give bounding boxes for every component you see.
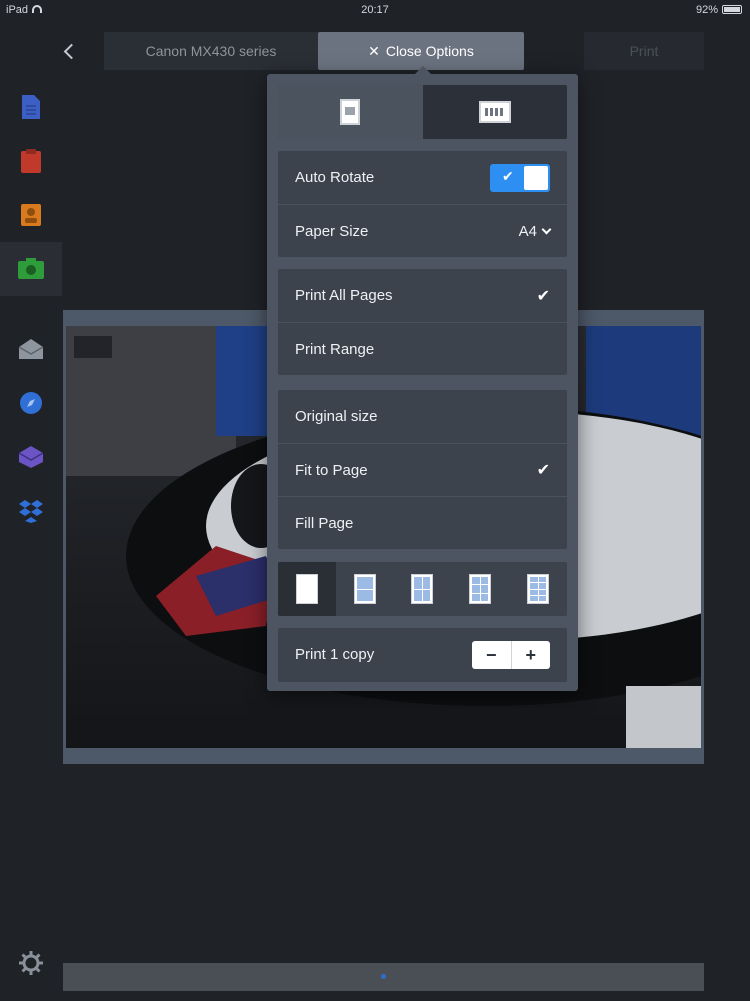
print-range-label: Print Range (295, 340, 375, 358)
layout-1-icon (295, 574, 318, 604)
sidebar-item-documents[interactable] (0, 80, 62, 134)
printer-select-button[interactable]: Canon MX430 series (104, 32, 318, 70)
document-icon (22, 95, 40, 119)
inbox-icon (18, 446, 44, 468)
sidebar-item-contacts[interactable] (0, 188, 62, 242)
print-button[interactable]: Print (584, 32, 704, 70)
auto-rotate-label: Auto Rotate (295, 169, 375, 186)
layout-2-up[interactable] (336, 562, 394, 616)
status-right: 92% (696, 4, 742, 16)
copies-label: Print 1 copy (295, 646, 375, 663)
close-options-button[interactable]: ✕ Close Options (318, 32, 524, 70)
fill-page-option[interactable]: Fill Page (278, 496, 567, 549)
mail-icon (18, 339, 44, 359)
sidebar-item-mail[interactable] (0, 322, 62, 376)
page-indicator-bar (63, 963, 704, 991)
dropbox-icon (19, 500, 43, 523)
clipboard-icon (21, 149, 41, 173)
orientation-portrait[interactable] (278, 85, 423, 139)
status-time: 20:17 (361, 4, 389, 16)
fill-page-label: Fill Page (295, 514, 354, 532)
sidebar-item-clipboard[interactable] (0, 134, 62, 188)
pages-per-sheet-control (278, 562, 567, 616)
paper-settings-group: Auto Rotate ✔ Paper Size A4 (278, 151, 567, 257)
portrait-icon (340, 99, 361, 125)
sidebar-item-browser[interactable] (0, 376, 62, 430)
layout-6-up[interactable] (451, 562, 509, 616)
fit-to-page-option[interactable]: Fit to Page ✔ (278, 443, 567, 496)
layout-4-icon (411, 574, 434, 604)
close-options-label: Close Options (385, 43, 474, 59)
auto-rotate-row: Auto Rotate ✔ (278, 151, 567, 204)
layout-8-icon (527, 574, 550, 604)
copies-stepper: − + (472, 640, 551, 669)
battery-icon (722, 5, 742, 14)
decrement-button[interactable]: − (472, 641, 511, 669)
layout-1-up[interactable] (278, 562, 336, 616)
print-all-pages-option[interactable]: Print All Pages ✔ (278, 269, 567, 322)
original-size-option[interactable]: Original size (278, 390, 567, 443)
copies-row: Print 1 copy − + (278, 628, 567, 681)
auto-rotate-toggle[interactable]: ✔ (490, 163, 550, 192)
page-range-group: Print All Pages ✔ Print Range (278, 269, 567, 375)
checkmark-icon: ✔ (536, 287, 550, 305)
original-size-label: Original size (295, 408, 378, 425)
increment-button[interactable]: + (510, 640, 551, 669)
orientation-landscape[interactable] (422, 85, 567, 139)
layout-6-icon (469, 574, 492, 604)
compass-icon (20, 392, 42, 414)
sidebar-item-photos[interactable] (0, 242, 62, 296)
page-dot (381, 974, 386, 979)
back-button[interactable] (58, 38, 82, 66)
paper-size-value: A4 (518, 222, 537, 240)
scaling-group: Original size Fit to Page ✔ Fill Page (278, 390, 567, 549)
print-all-pages-label: Print All Pages (295, 287, 393, 304)
landscape-icon (478, 101, 511, 123)
checkmark-icon: ✔ (536, 462, 550, 479)
sidebar-item-dropbox[interactable] (0, 484, 62, 538)
chevron-down-icon (541, 224, 552, 234)
print-range-option[interactable]: Print Range (278, 322, 567, 375)
sidebar-item-inbox[interactable] (0, 430, 62, 484)
paper-size-row[interactable]: Paper Size A4 (278, 204, 567, 257)
copies-group: Print 1 copy − + (278, 628, 567, 682)
gear-icon (19, 951, 43, 975)
toggle-check-icon: ✔ (502, 167, 514, 184)
orientation-control (278, 85, 567, 139)
photo-icon (18, 258, 44, 279)
fit-to-page-label: Fit to Page (295, 461, 368, 479)
layout-4-up[interactable] (394, 562, 452, 616)
layout-2-icon (353, 574, 376, 604)
status-bar: iPad 20:17 92% (0, 0, 750, 20)
layout-8-up[interactable] (509, 562, 567, 616)
contacts-icon (21, 204, 41, 226)
battery-percent: 92% (695, 4, 718, 16)
print-options-popover: Auto Rotate ✔ Paper Size A4 Print All Pa… (267, 66, 578, 691)
paper-size-label: Paper Size (295, 222, 369, 240)
settings-button[interactable] (18, 950, 44, 976)
close-icon: ✕ (368, 42, 380, 59)
